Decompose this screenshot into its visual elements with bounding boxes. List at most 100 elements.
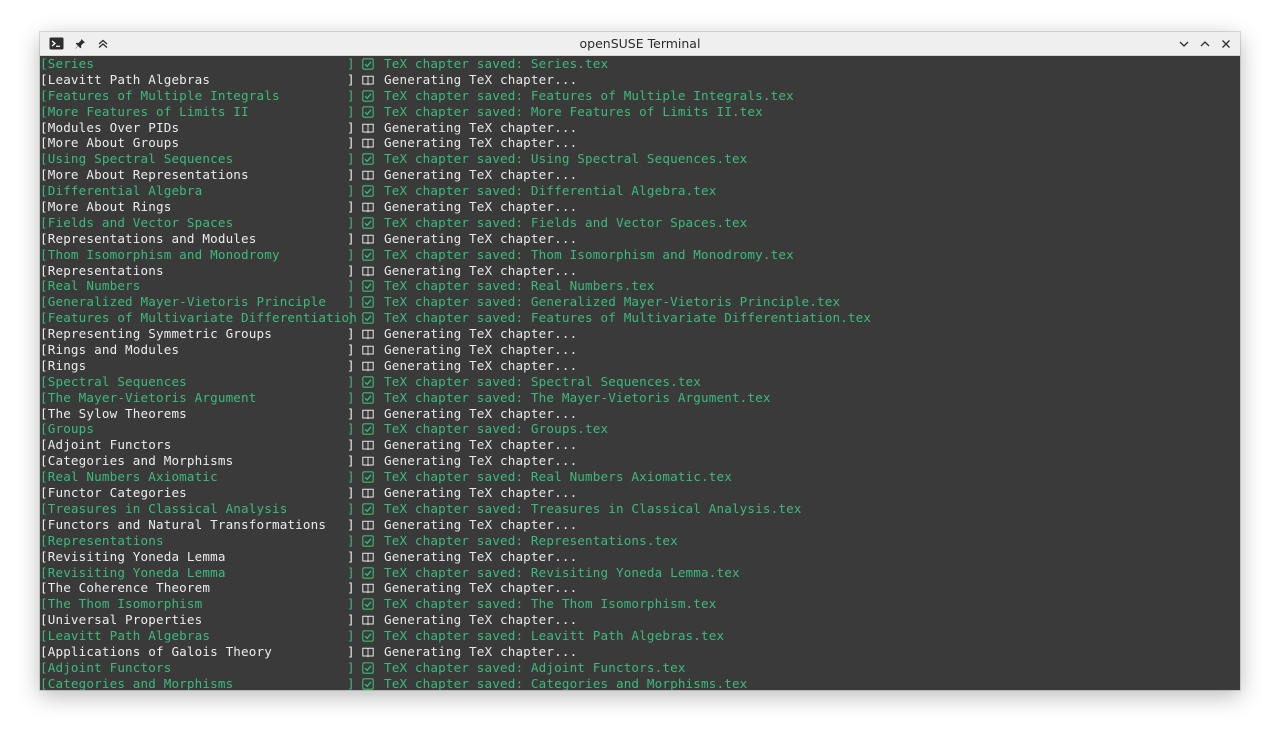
chapter-name: [Real Numbers Axiomatic bbox=[40, 469, 218, 485]
status-message: TeX chapter saved: Groups.tex bbox=[384, 421, 609, 437]
status-message: TeX chapter saved: The Thom Isomorphism.… bbox=[384, 596, 717, 612]
status-message: TeX chapter saved: More Features of Limi… bbox=[384, 103, 763, 119]
chapter-name: [Applications of Galois Theory bbox=[40, 643, 272, 659]
chapter-name: [Treasures in Classical Analysis bbox=[40, 500, 288, 516]
minimize-icon[interactable] bbox=[1175, 35, 1192, 52]
closing-bracket: ] bbox=[347, 230, 355, 246]
closing-bracket: ] bbox=[347, 612, 355, 628]
terminal-line: [Leavitt Path Algebras] TeX chapter saved… bbox=[40, 628, 1240, 644]
status-message: Generating TeX chapter... bbox=[384, 342, 578, 358]
pin-icon[interactable] bbox=[71, 35, 88, 52]
closing-bracket: ] bbox=[347, 278, 355, 294]
closing-bracket: ] bbox=[347, 659, 355, 675]
chapter-name: [Real Numbers bbox=[40, 278, 141, 294]
terminal-line: [Fields and Vector Spaces] TeX chapter sa… bbox=[40, 215, 1240, 231]
book-icon bbox=[362, 360, 374, 372]
book-icon bbox=[362, 487, 374, 499]
checkbox-icon bbox=[362, 105, 374, 118]
chapter-name: [The Sylow Theorems bbox=[40, 405, 187, 421]
closing-bracket: ] bbox=[347, 421, 355, 437]
terminal-output[interactable]: [Series] TeX chapter saved: Series.tex [Le… bbox=[40, 56, 1240, 690]
chapter-name: [Representing Symmetric Groups bbox=[40, 326, 272, 342]
checkbox-icon bbox=[362, 185, 374, 197]
closing-bracket: ] bbox=[347, 532, 355, 548]
chapter-name: [Leavitt Path Algebras bbox=[40, 71, 211, 87]
checkbox-icon bbox=[362, 503, 374, 515]
terminal-line: [Revisiting Yoneda Lemma] Generating TeX … bbox=[40, 549, 1240, 565]
terminal-line: [Representations] Generating TeX chapter.… bbox=[40, 263, 1240, 279]
status-message: TeX chapter saved: Representations.tex bbox=[384, 532, 678, 548]
terminal-line: [Universal Properties] Generating TeX cha… bbox=[40, 612, 1240, 628]
status-message: Generating TeX chapter... bbox=[384, 230, 578, 246]
chapter-name: [More Features of Limits II bbox=[40, 103, 249, 119]
checkbox-icon bbox=[362, 630, 374, 642]
book-icon bbox=[362, 344, 374, 356]
terminal-line: [The Sylow Theorems] Generating TeX chapt… bbox=[40, 406, 1240, 422]
chapter-name: [Thom Isomorphism and Monodromy bbox=[40, 246, 280, 262]
keep-above-icon[interactable] bbox=[94, 35, 111, 52]
closing-bracket: ] bbox=[347, 294, 355, 310]
closing-bracket: ] bbox=[347, 485, 355, 501]
chapter-name: [Functors and Natural Transformations bbox=[40, 516, 327, 532]
terminal-line: [Real Numbers] TeX chapter saved: Real Nu… bbox=[40, 278, 1240, 294]
book-icon bbox=[362, 122, 374, 134]
status-message: Generating TeX chapter... bbox=[384, 71, 578, 87]
terminal-line: [Features of Multiple Integrals] TeX chap… bbox=[40, 88, 1240, 104]
chapter-name: [Modules Over PIDs bbox=[40, 119, 180, 135]
status-message: Generating TeX chapter... bbox=[384, 612, 578, 628]
checkbox-icon bbox=[362, 677, 374, 690]
book-icon bbox=[362, 439, 374, 451]
status-message: Generating TeX chapter... bbox=[384, 357, 578, 373]
terminal-line: [Spectral Sequences] TeX chapter saved: S… bbox=[40, 374, 1240, 390]
closing-bracket: ] bbox=[347, 71, 355, 87]
checkbox-icon bbox=[362, 217, 374, 229]
checkbox-icon bbox=[362, 662, 374, 674]
status-message: TeX chapter saved: Fields and Vector Spa… bbox=[384, 214, 748, 230]
terminal-line: [Features of Multivariate Differentiatio… bbox=[40, 310, 1240, 326]
terminal-line: [Thom Isomorphism and Monodromy] TeX chap… bbox=[40, 247, 1240, 263]
chapter-name: [Differential Algebra bbox=[40, 183, 203, 199]
book-icon bbox=[362, 408, 374, 420]
status-message: Generating TeX chapter... bbox=[384, 119, 578, 135]
checkbox-icon bbox=[362, 296, 374, 309]
status-message: TeX chapter saved: Real Numbers.tex bbox=[384, 278, 655, 294]
chapter-name: [More About Representations bbox=[40, 167, 249, 183]
terminal-window: openSUSE Terminal [Series] TeX chapter sa… bbox=[40, 32, 1240, 690]
closing-bracket: ] bbox=[347, 56, 355, 71]
closing-bracket: ] bbox=[347, 310, 355, 326]
status-message: TeX chapter saved: Thom Isomorphism and … bbox=[384, 246, 794, 262]
chapter-name: [Using Spectral Sequences bbox=[40, 151, 234, 167]
closing-bracket: ] bbox=[347, 580, 355, 596]
closing-bracket: ] bbox=[347, 453, 355, 469]
status-message: TeX chapter saved: The Mayer-Vietoris Ar… bbox=[384, 389, 771, 405]
book-icon bbox=[362, 201, 374, 213]
terminal-line: [Groups] TeX chapter saved: Groups.tex bbox=[40, 421, 1240, 437]
status-message: Generating TeX chapter... bbox=[384, 437, 578, 453]
maximize-icon[interactable] bbox=[1196, 35, 1213, 52]
closing-bracket: ] bbox=[347, 500, 355, 516]
book-icon bbox=[362, 646, 374, 658]
terminal-line: [Leavitt Path Algebras] Generating TeX ch… bbox=[40, 72, 1240, 88]
closing-bracket: ] bbox=[347, 199, 355, 215]
chapter-name: [Representations bbox=[40, 532, 164, 548]
title-bar[interactable]: openSUSE Terminal bbox=[40, 32, 1240, 56]
closing-bracket: ] bbox=[347, 564, 355, 580]
book-icon bbox=[362, 265, 374, 277]
chapter-name: [Groups bbox=[40, 421, 95, 437]
terminal-line: [Differential Algebra] TeX chapter saved:… bbox=[40, 183, 1240, 199]
status-message: Generating TeX chapter... bbox=[384, 199, 578, 215]
closing-bracket: ] bbox=[347, 214, 355, 230]
closing-bracket: ] bbox=[347, 373, 355, 389]
terminal-icon[interactable] bbox=[48, 35, 65, 52]
status-message: Generating TeX chapter... bbox=[384, 548, 578, 564]
checkbox-icon bbox=[362, 598, 374, 611]
close-icon[interactable] bbox=[1217, 35, 1234, 52]
terminal-line: [Generalized Mayer-Vietoris Principle] Te… bbox=[40, 294, 1240, 310]
chapter-name: [Fields and Vector Spaces bbox=[40, 214, 234, 230]
closing-bracket: ] bbox=[347, 437, 355, 453]
status-message: TeX chapter saved: Differential Algebra.… bbox=[384, 183, 717, 199]
closing-bracket: ] bbox=[347, 357, 355, 373]
checkbox-icon bbox=[362, 376, 374, 388]
terminal-line: [Revisiting Yoneda Lemma] TeX chapter sav… bbox=[40, 565, 1240, 581]
terminal-line: [The Coherence Theorem] Generating TeX ch… bbox=[40, 580, 1240, 596]
